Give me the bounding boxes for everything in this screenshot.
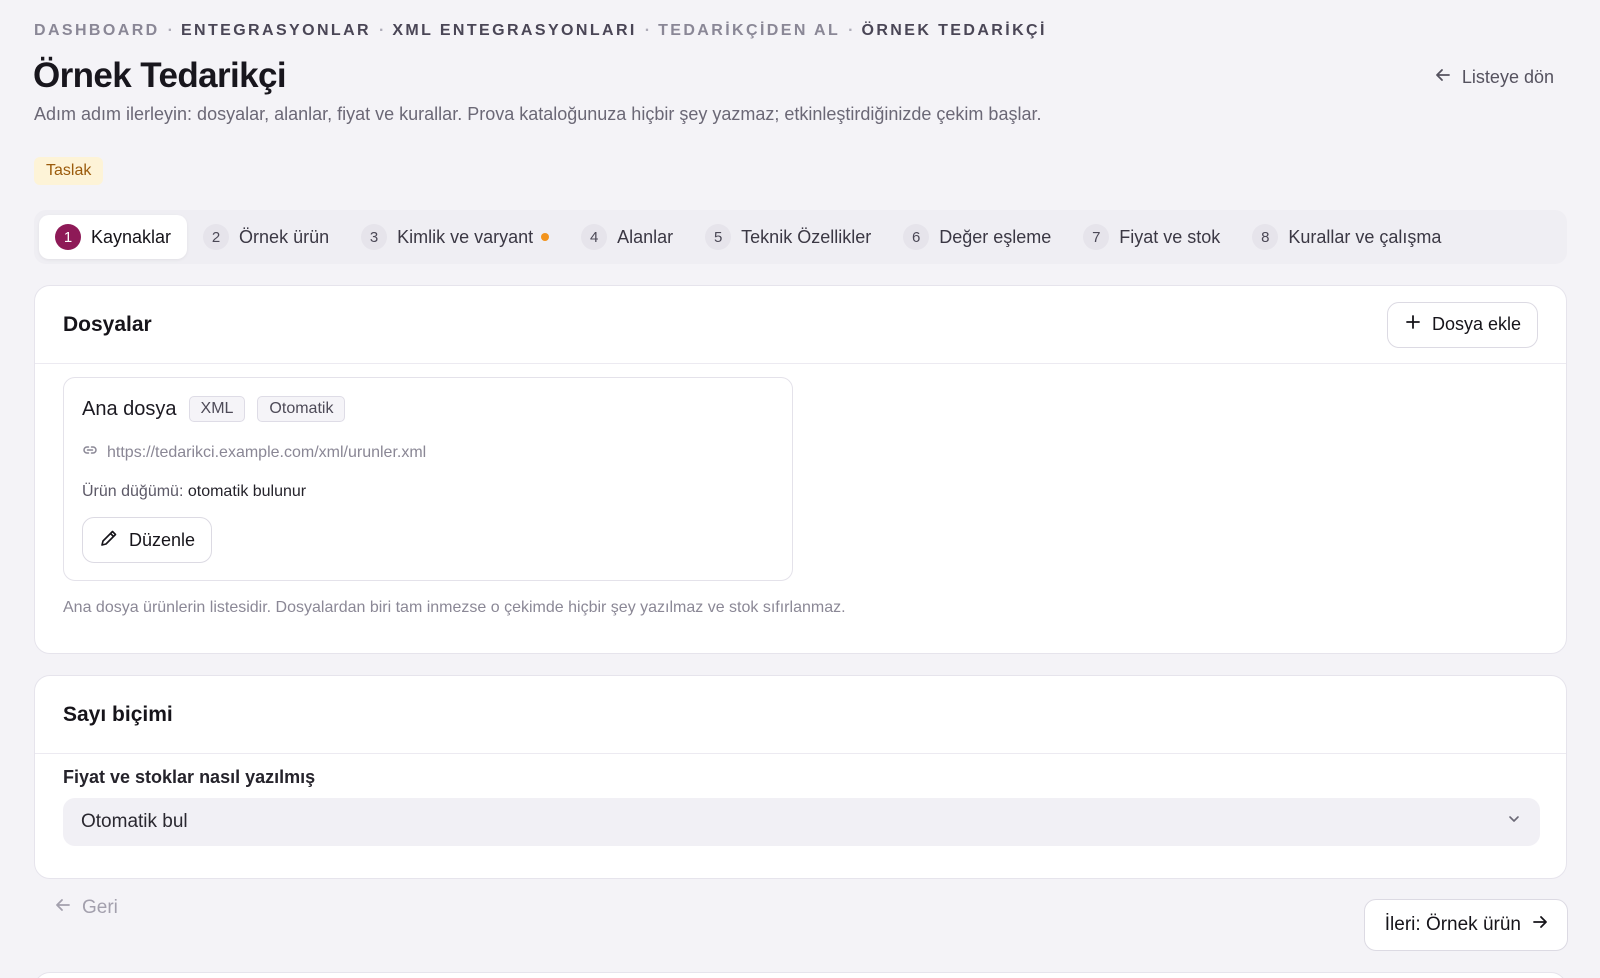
step-label: Kaynaklar	[91, 226, 172, 247]
step-label: Kurallar ve çalışma	[1288, 226, 1442, 247]
step-number: 3	[361, 224, 388, 250]
chevron-down-icon	[1506, 811, 1522, 833]
product-node-value: otomatik bulunur	[187, 483, 307, 500]
arrow-right-icon	[1531, 913, 1549, 937]
arrow-left-icon	[54, 896, 72, 920]
edit-file-label: Düzenle	[129, 529, 196, 550]
file-url: https://tedarikci.example.com/xml/urunle…	[107, 443, 427, 461]
breadcrumb-xml-integrations[interactable]: XML ENTEGRASYONLARI	[392, 22, 636, 40]
page-subtitle: Adım adım ilerleyin: dosyalar, alanlar, …	[34, 104, 1042, 124]
step-label: Teknik Özellikler	[741, 226, 872, 247]
step-label: Örnek ürün	[239, 226, 330, 247]
number-format-label: Fiyat ve stoklar nasıl yazılmış	[63, 767, 316, 787]
wizard-steps: 1 Kaynaklar 2 Örnek ürün 3 Kimlik ve var…	[34, 210, 1567, 264]
step-identity-variant[interactable]: 3 Kimlik ve varyant	[345, 215, 565, 259]
breadcrumb-separator: ·	[167, 22, 173, 39]
back-to-list-link[interactable]: Listeye dön	[1434, 66, 1554, 89]
step-number: 5	[705, 224, 732, 250]
files-card-title: Dosyalar	[63, 312, 152, 336]
file-item-main: Ana dosya XML Otomatik https://tedarikci…	[63, 377, 793, 581]
breadcrumb-dashboard[interactable]: DASHBOARD	[34, 22, 160, 40]
step-number: 4	[581, 224, 608, 250]
step-fields[interactable]: 4 Alanlar	[565, 215, 689, 259]
edit-file-button[interactable]: Düzenle	[82, 517, 212, 563]
file-name: Ana dosya	[82, 397, 177, 420]
number-format-select[interactable]: Otomatik bul	[63, 798, 1540, 846]
step-label: Değer eşleme	[939, 226, 1052, 247]
status-badge: Taslak	[34, 157, 104, 185]
back-button-label: Geri	[82, 897, 118, 918]
file-mode-tag: Otomatik	[257, 396, 346, 422]
step-label: Kimlik ve varyant	[397, 226, 534, 247]
breadcrumb-separator: ·	[379, 22, 385, 39]
product-node-row: Ürün düğümü: otomatik bulunur	[82, 483, 774, 501]
arrow-left-icon	[1434, 66, 1452, 89]
step-label: Fiyat ve stok	[1119, 226, 1221, 247]
plus-icon	[1404, 313, 1422, 336]
add-file-label: Dosya ekle	[1431, 314, 1521, 334]
warning-dot-icon	[541, 233, 550, 241]
step-number: 1	[55, 224, 81, 250]
number-format-title: Sayı biçimi	[63, 702, 173, 726]
files-card: Dosyalar Dosya ekle Ana dosya XML Otomat…	[34, 285, 1567, 654]
files-card-header: Dosyalar Dosya ekle	[35, 286, 1566, 364]
next-button[interactable]: İleri: Örnek ürün	[1363, 899, 1568, 951]
breadcrumb-current: ÖRNEK TEDARİKÇİ	[861, 22, 1047, 39]
step-rules-run[interactable]: 8 Kurallar ve çalışma	[1236, 215, 1457, 259]
breadcrumb-import-from-supplier[interactable]: TEDARİKÇİDEN AL	[658, 22, 840, 40]
back-to-list-label: Listeye dön	[1461, 67, 1554, 87]
breadcrumb: DASHBOARD · ENTEGRASYONLAR · XML ENTEGRA…	[34, 22, 1047, 40]
number-format-card: Sayı biçimi Fiyat ve stoklar nasıl yazıl…	[34, 675, 1567, 879]
link-icon	[82, 442, 98, 463]
step-value-mapping[interactable]: 6 Değer eşleme	[887, 215, 1067, 259]
step-price-stock[interactable]: 7 Fiyat ve stok	[1067, 215, 1236, 259]
file-format-tag: XML	[188, 396, 246, 422]
step-number: 7	[1083, 224, 1110, 250]
next-button-label: İleri: Örnek ürün	[1384, 914, 1521, 935]
step-number: 6	[903, 224, 930, 250]
number-format-value: Otomatik bul	[81, 811, 188, 832]
add-file-button[interactable]: Dosya ekle	[1386, 301, 1538, 348]
step-label: Alanlar	[617, 226, 674, 247]
step-number: 8	[1252, 224, 1279, 250]
back-button[interactable]: Geri	[54, 896, 118, 920]
breadcrumb-integrations[interactable]: ENTEGRASYONLAR	[181, 22, 371, 40]
step-technical-specs[interactable]: 5 Teknik Özellikler	[689, 215, 887, 259]
step-sample-product[interactable]: 2 Örnek ürün	[187, 215, 345, 259]
file-url-row: https://tedarikci.example.com/xml/urunle…	[82, 442, 774, 463]
product-node-label: Ürün düğümü:	[82, 483, 184, 500]
file-header: Ana dosya XML Otomatik	[82, 396, 774, 422]
step-sources[interactable]: 1 Kaynaklar	[39, 215, 188, 259]
page-title: Örnek Tedarikçi	[33, 56, 287, 95]
number-format-header: Sayı biçimi	[35, 676, 1566, 754]
pencil-icon	[99, 528, 119, 553]
step-number: 2	[203, 224, 230, 250]
next-card-edge	[34, 972, 1567, 978]
files-help-text: Ana dosya ürünlerin listesidir. Dosyalar…	[63, 599, 846, 616]
breadcrumb-separator: ·	[848, 22, 854, 39]
breadcrumb-separator: ·	[644, 22, 651, 39]
